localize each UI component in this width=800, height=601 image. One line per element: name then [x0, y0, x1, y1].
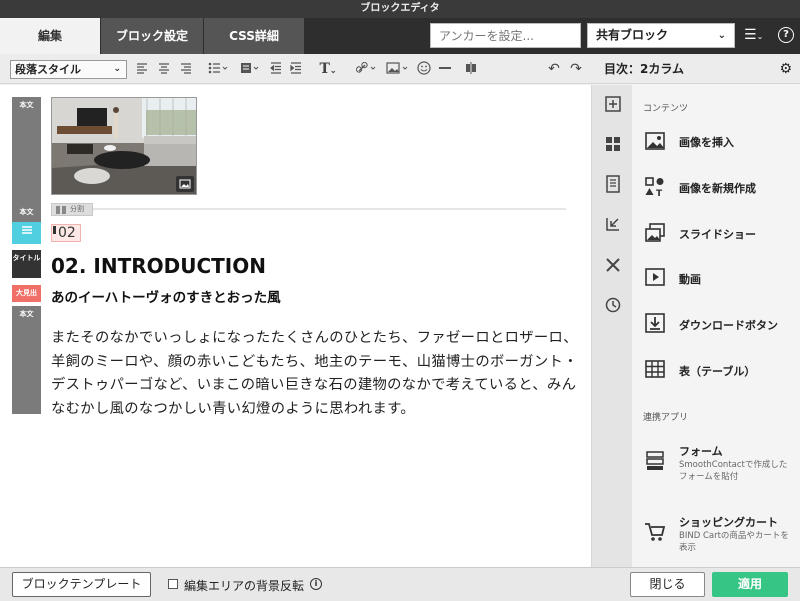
- help-icon[interactable]: ?: [778, 27, 794, 43]
- apply-button[interactable]: 適用: [712, 572, 788, 597]
- block-label-title[interactable]: タイトル: [12, 250, 41, 278]
- list-icon[interactable]: [208, 62, 228, 74]
- divider-label: 分割: [70, 205, 84, 213]
- form-label: フォーム: [679, 445, 723, 458]
- info-icon[interactable]: i: [310, 578, 322, 590]
- svg-text:T: T: [656, 189, 663, 198]
- table-label: 表（テーブル）: [679, 365, 756, 378]
- block-label-text: 本文: [19, 310, 34, 318]
- cart-icon: [645, 523, 666, 541]
- create-image-label: 画像を新規作成: [679, 182, 756, 195]
- paragraph-style-select[interactable]: 段落スタイル ⌄: [10, 60, 127, 79]
- menu-icon[interactable]: ☰⌄: [744, 25, 763, 47]
- image-icon[interactable]: [386, 62, 410, 74]
- column-break-icon: [56, 206, 66, 214]
- shopping-cart-desc: BIND Cartの商品やカートを表示: [679, 531, 789, 553]
- align-right-icon[interactable]: [180, 62, 192, 74]
- link-icon[interactable]: [356, 62, 378, 74]
- block-label-text: 本文: [19, 101, 34, 109]
- image-settings-icon[interactable]: [176, 176, 194, 192]
- anchor-flag-icon: [53, 226, 56, 234]
- video-icon: [645, 268, 665, 286]
- slideshow-label: スライドショー: [679, 228, 756, 241]
- align-left-icon[interactable]: [136, 62, 148, 74]
- block-label-body[interactable]: 本文: [12, 306, 41, 414]
- horizontal-rule-icon[interactable]: [438, 62, 452, 74]
- column-break-icon[interactable]: [465, 62, 477, 74]
- chevron-down-icon: ⌄: [113, 64, 121, 74]
- table-icon: [645, 360, 665, 378]
- parts-grid-icon[interactable]: [604, 135, 622, 153]
- anchor-marker[interactable]: 02: [51, 224, 81, 242]
- block-label-body[interactable]: 本文: [12, 204, 41, 222]
- room-photo[interactable]: [51, 97, 197, 195]
- undo-icon[interactable]: ↶: [546, 60, 562, 78]
- shared-block-value: 共有ブロック: [596, 28, 669, 42]
- add-content-icon[interactable]: [604, 95, 622, 113]
- download-button-label: ダウンロードボタン: [679, 319, 778, 332]
- right-panel-header: 目次：2カラム ⚙: [592, 54, 800, 84]
- gear-icon[interactable]: ⚙: [779, 54, 792, 84]
- title-text[interactable]: 02. INTRODUCTION: [51, 254, 266, 278]
- redo-icon[interactable]: ↷: [568, 60, 584, 78]
- shapes-icon: T: [645, 177, 664, 198]
- emoji-icon[interactable]: [417, 61, 431, 75]
- body-paragraph[interactable]: またそのなかでいっしょになったたくさんのひとたち、ファゼーロとロザーロ、羊飼のミ…: [51, 327, 581, 421]
- chevron-down-icon: ⌄: [717, 30, 726, 41]
- shared-block-select[interactable]: 共有ブロック ⌄: [587, 23, 735, 48]
- slideshow-icon: [645, 223, 665, 242]
- insert-image-label: 画像を挿入: [679, 136, 734, 149]
- invert-background-label: 編集エリアの背景反転: [184, 579, 305, 593]
- anchor-block-icon: [21, 226, 32, 234]
- form-icon: [646, 451, 664, 470]
- tools-icon[interactable]: [604, 256, 622, 274]
- block-label-text: タイトル: [12, 254, 41, 262]
- tab-edit[interactable]: 編集: [0, 18, 100, 54]
- section-contents: コンテンツ: [643, 104, 689, 114]
- image-icon: [179, 179, 191, 189]
- text-style-icon[interactable]: T⌄: [316, 60, 340, 78]
- document-icon[interactable]: [604, 175, 622, 193]
- invert-background-checkbox[interactable]: [168, 579, 178, 589]
- indent-icon[interactable]: [290, 62, 302, 74]
- divider-line: [90, 208, 566, 210]
- window-title: ブロックエディタ: [0, 0, 800, 18]
- block-label-text: 本文: [19, 208, 34, 216]
- anchor-input[interactable]: [430, 23, 581, 48]
- shopping-cart-label: ショッピングカート: [679, 516, 778, 529]
- history-icon[interactable]: [604, 296, 622, 314]
- right-panel-title: 目次：2カラム: [604, 62, 684, 76]
- block-label-anchor[interactable]: [12, 222, 41, 244]
- tab-block-settings[interactable]: ブロック設定: [101, 18, 203, 54]
- image-icon: [645, 132, 665, 150]
- close-button[interactable]: 閉じる: [630, 572, 705, 597]
- form-desc: SmoothContactで作成したフォームを貼付: [679, 460, 788, 482]
- block-label-body[interactable]: 本文: [12, 97, 41, 204]
- block-label-text: 大見出: [16, 289, 37, 297]
- download-icon: [645, 313, 665, 333]
- divider-tag[interactable]: 分割: [51, 203, 93, 216]
- video-label: 動画: [679, 273, 701, 286]
- block-format-icon[interactable]: [240, 62, 260, 74]
- align-center-icon[interactable]: [158, 62, 170, 74]
- tab-css[interactable]: CSS詳細: [204, 18, 304, 54]
- block-label-heading[interactable]: 大見出: [12, 285, 41, 302]
- anchor-id: 02: [58, 225, 76, 241]
- format-toolbar: 段落スタイル ⌄ T⌄ ↶ ↷: [0, 54, 592, 84]
- outdent-icon[interactable]: [270, 62, 282, 74]
- import-icon[interactable]: [604, 215, 622, 233]
- panel-icon-rail: [592, 85, 632, 567]
- section-apps: 連携アプリ: [643, 413, 689, 423]
- paragraph-style-value: 段落スタイル: [15, 63, 81, 76]
- heading-text[interactable]: あのイーハトーヴォのすきとおった風: [51, 286, 281, 306]
- block-template-button[interactable]: ブロックテンプレート: [12, 572, 151, 597]
